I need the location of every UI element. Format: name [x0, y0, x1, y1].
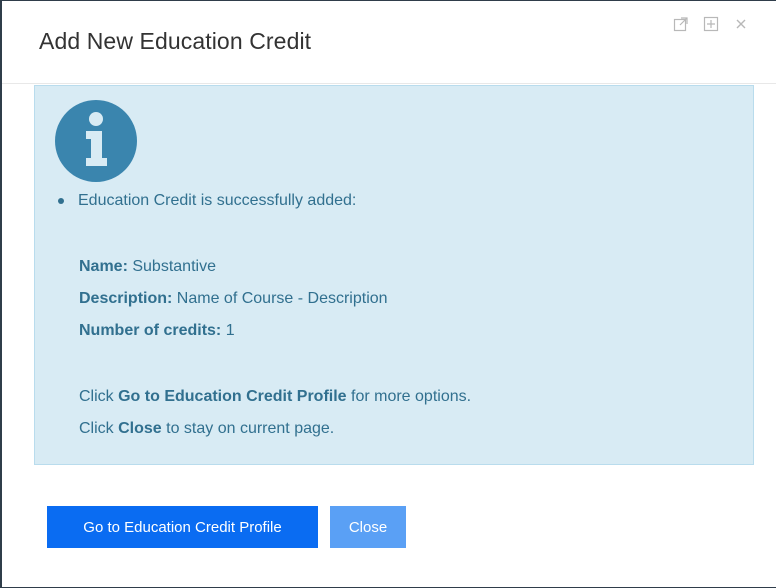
- close-icon[interactable]: [732, 15, 750, 33]
- description-value: Name of Course - Description: [176, 290, 388, 307]
- hint-text: Click: [79, 388, 119, 405]
- description-label: Description:: [79, 290, 173, 307]
- dialog-header: Add New Education Credit: [2, 1, 776, 84]
- credits-label: Number of credits:: [79, 322, 222, 339]
- hint-text: to stay on current page.: [161, 420, 335, 437]
- bullet: [58, 198, 64, 204]
- success-message: Education Credit is successfully added:: [78, 192, 357, 209]
- hint-text: Click: [79, 420, 119, 437]
- message-list-item: Education Credit is successfully added:: [58, 192, 356, 210]
- header-icons: [672, 15, 750, 33]
- profile-hint: Click Go to Education Credit Profile for…: [79, 388, 471, 406]
- close-hint: Click Close to stay on current page.: [79, 420, 334, 438]
- info-icon: [53, 98, 139, 184]
- education-credit-dialog: Add New Education Credit Education Credi…: [0, 0, 776, 588]
- expand-icon[interactable]: [702, 15, 720, 33]
- name-label: Name:: [79, 258, 128, 275]
- external-link-icon[interactable]: [672, 15, 690, 33]
- description-line: Description: Name of Course - Descriptio…: [79, 290, 388, 308]
- name-line: Name: Substantive: [79, 258, 216, 276]
- name-value: Substantive: [132, 258, 216, 275]
- success-alert: Education Credit is successfully added: …: [34, 85, 754, 465]
- go-to-profile-button[interactable]: Go to Education Credit Profile: [47, 506, 318, 548]
- hint-text: for more options.: [346, 388, 472, 405]
- credits-line: Number of credits: 1: [79, 322, 235, 340]
- hint-emphasis: Close: [118, 420, 162, 437]
- dialog-footer: Go to Education Credit Profile Close: [47, 506, 406, 548]
- hint-emphasis: Go to Education Credit Profile: [118, 388, 347, 405]
- dialog-title: Add New Education Credit: [39, 28, 312, 54]
- credits-value: 1: [225, 322, 235, 339]
- close-button[interactable]: Close: [330, 506, 406, 548]
